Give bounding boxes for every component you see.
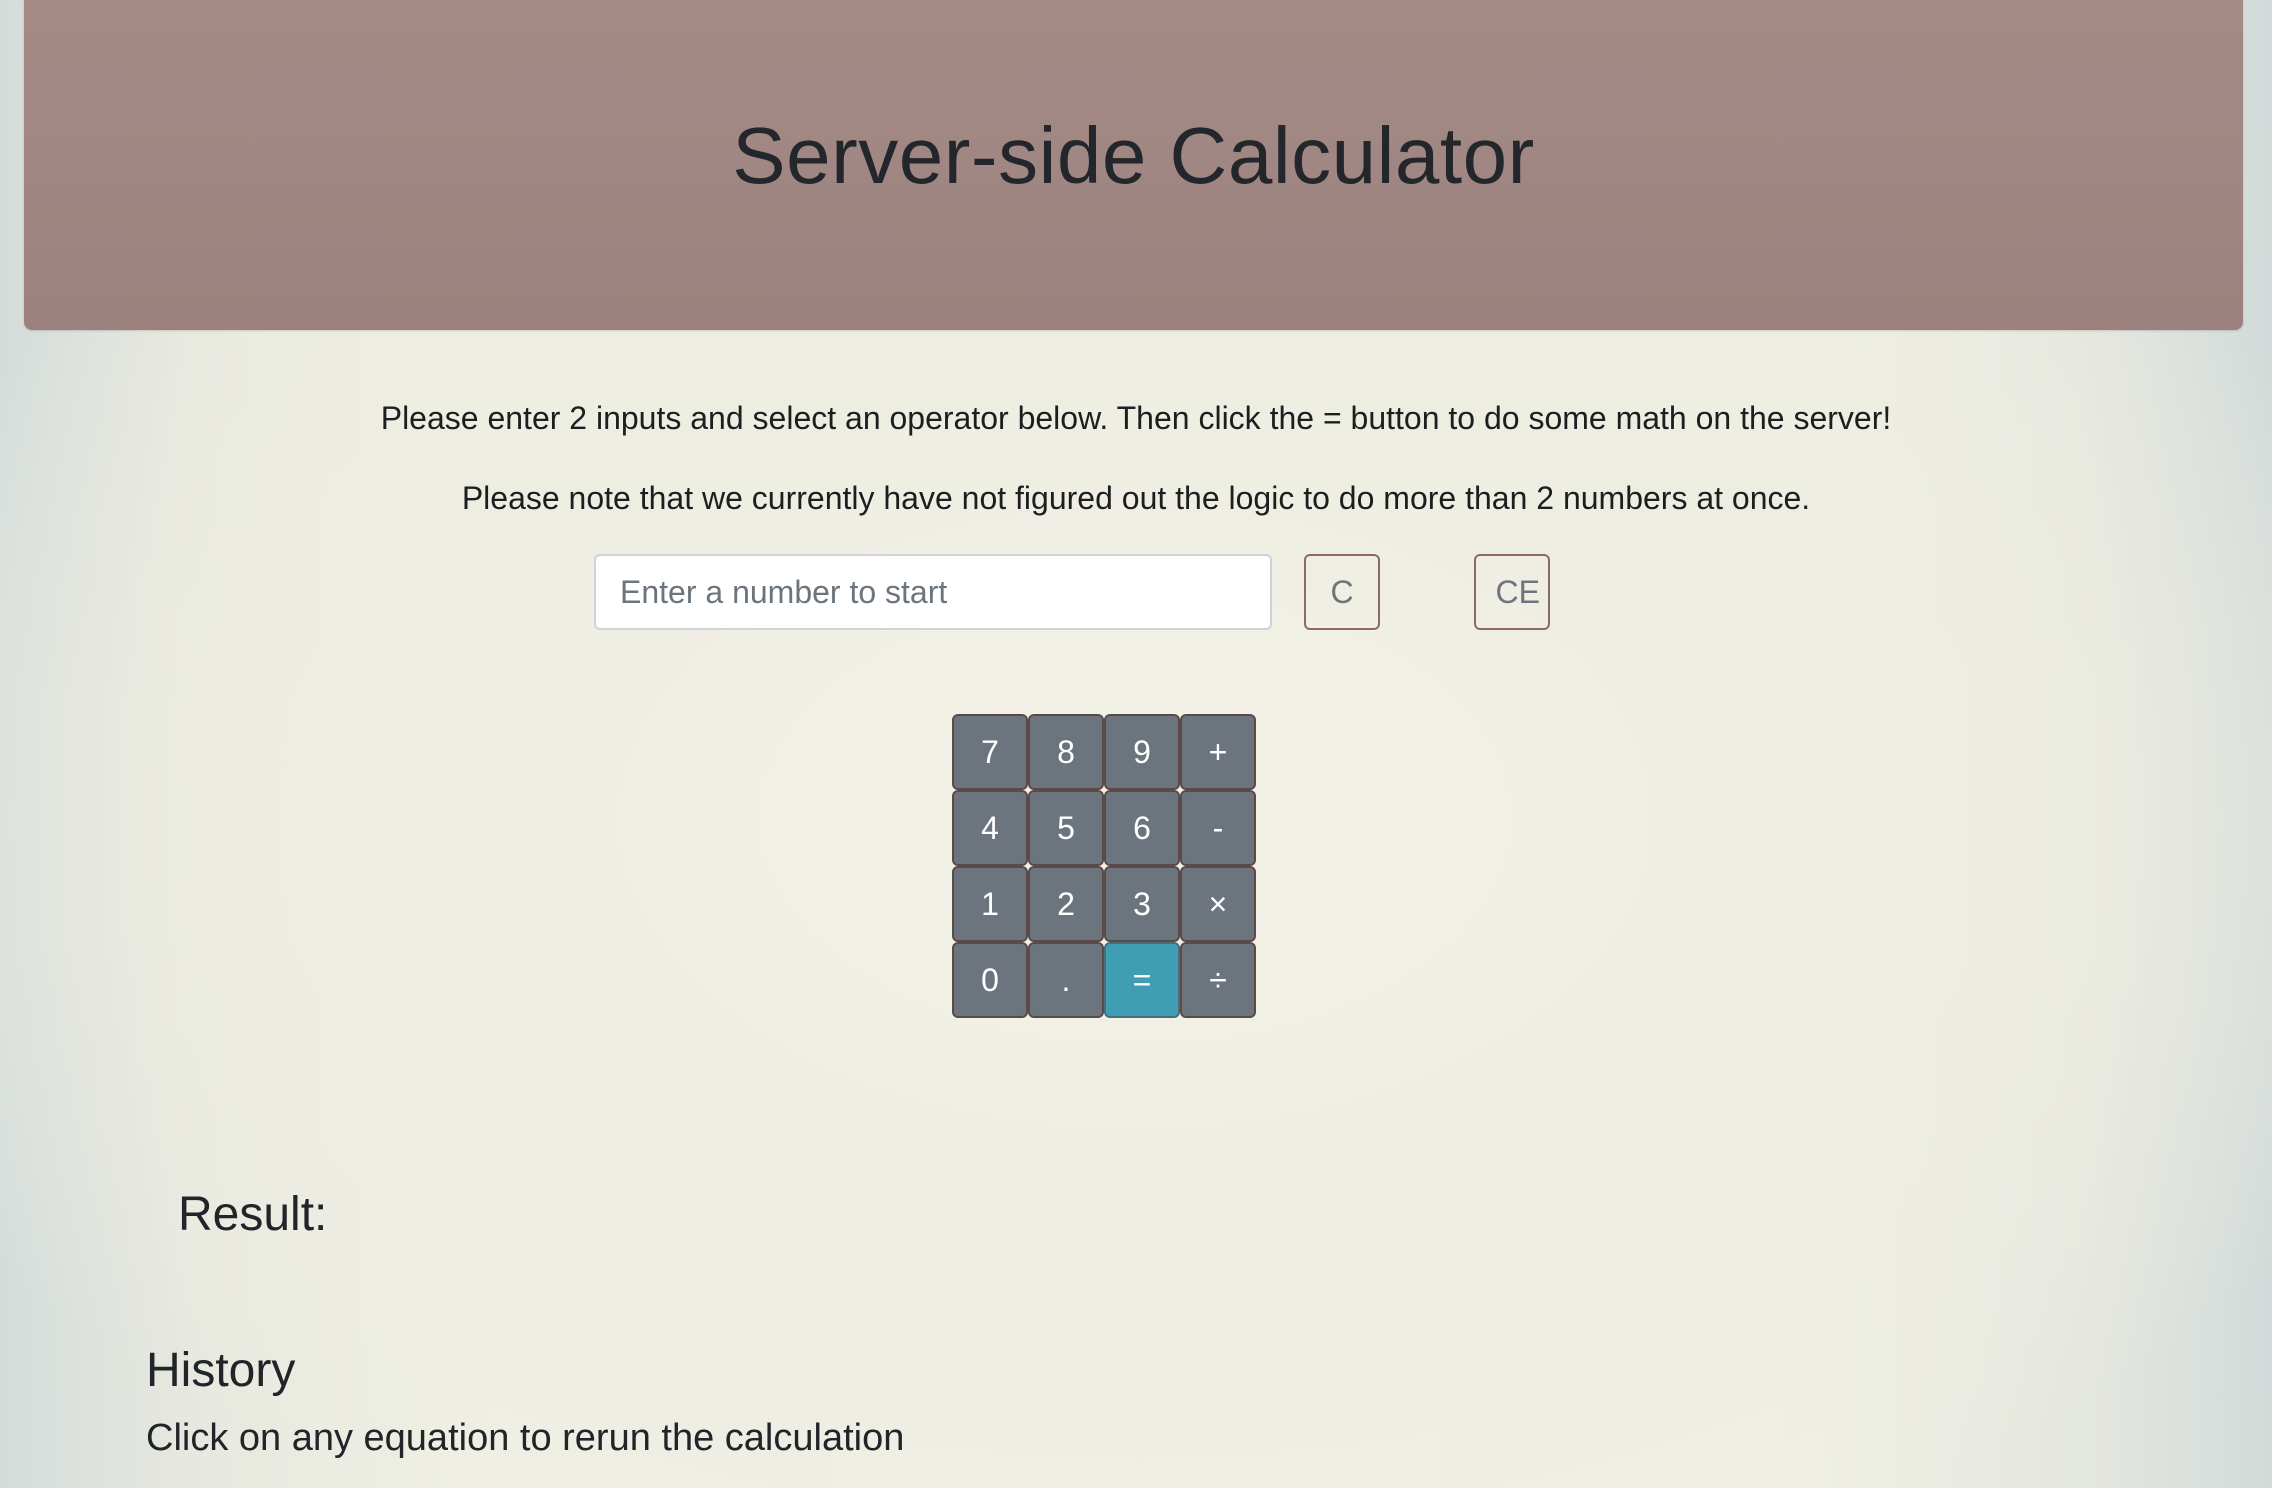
add-operator-button[interactable]: + bbox=[1180, 714, 1256, 790]
instruction-text: Please enter 2 inputs and select an oper… bbox=[380, 400, 1892, 436]
multiply-operator-button[interactable]: × bbox=[1180, 866, 1256, 942]
decimal-point-button[interactable]: . bbox=[1028, 942, 1104, 1018]
note-text: Please note that we currently have not f… bbox=[461, 480, 1811, 516]
key-5[interactable]: 5 bbox=[1028, 790, 1104, 866]
key-2[interactable]: 2 bbox=[1028, 866, 1104, 942]
key-7[interactable]: 7 bbox=[952, 714, 1028, 790]
key-6[interactable]: 6 bbox=[1104, 790, 1180, 866]
key-4[interactable]: 4 bbox=[952, 790, 1028, 866]
number-input[interactable] bbox=[594, 554, 1272, 630]
history-title: History bbox=[146, 1344, 296, 1397]
header-banner: Server-side Calculator bbox=[24, 0, 2243, 330]
clear-entry-button[interactable]: CE bbox=[1474, 554, 1550, 630]
keypad: 7 8 9 + 4 5 6 - 1 2 3 × 0 . = ÷ bbox=[952, 714, 1256, 1018]
page-title: Server-side Calculator bbox=[732, 111, 1535, 200]
key-9[interactable]: 9 bbox=[1104, 714, 1180, 790]
key-8[interactable]: 8 bbox=[1028, 714, 1104, 790]
divide-operator-button[interactable]: ÷ bbox=[1180, 942, 1256, 1018]
equals-button[interactable]: = bbox=[1104, 942, 1180, 1018]
key-1[interactable]: 1 bbox=[952, 866, 1028, 942]
result-label: Result: bbox=[178, 1188, 328, 1241]
key-3[interactable]: 3 bbox=[1104, 866, 1180, 942]
history-subtitle: Click on any equation to rerun the calcu… bbox=[146, 1417, 905, 1459]
subtract-operator-button[interactable]: - bbox=[1180, 790, 1256, 866]
clear-button[interactable]: C bbox=[1304, 554, 1380, 630]
key-0[interactable]: 0 bbox=[952, 942, 1028, 1018]
